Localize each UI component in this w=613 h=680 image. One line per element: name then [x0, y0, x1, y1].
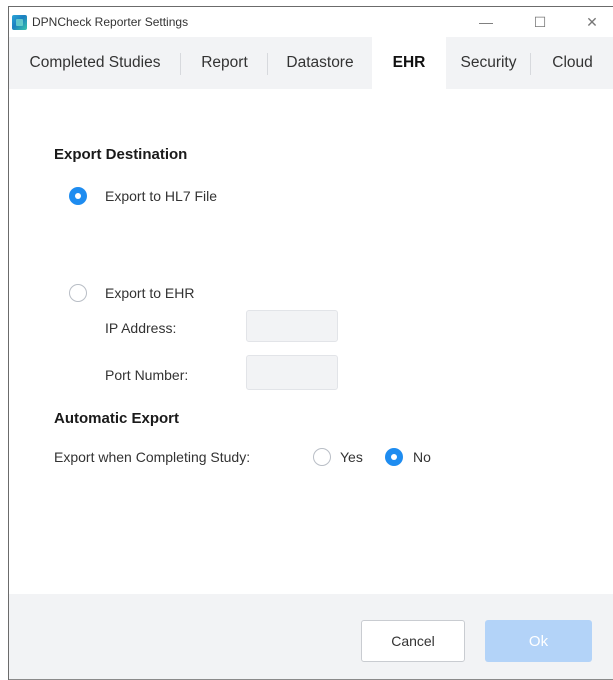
auto-export-yes-label[interactable]: Yes [340, 449, 363, 465]
tab-security[interactable]: Security [446, 37, 531, 89]
settings-window: DPNCheck Reporter Settings — ☐ ✕ Complet… [8, 6, 613, 680]
tab-completed-studies[interactable]: Completed Studies [9, 37, 181, 89]
dialog-footer: Cancel Ok [9, 594, 613, 680]
tab-datastore[interactable]: Datastore [268, 37, 372, 89]
export-ehr-label[interactable]: Export to EHR [105, 285, 194, 301]
maximize-button[interactable]: ☐ [525, 11, 555, 33]
auto-export-no-radio[interactable] [385, 448, 403, 466]
title-bar[interactable]: DPNCheck Reporter Settings — ☐ ✕ [9, 7, 613, 37]
ip-address-label: IP Address: [105, 320, 177, 336]
close-button[interactable]: ✕ [577, 11, 607, 33]
tab-bar: Completed Studies Report Datastore EHR S… [9, 37, 613, 89]
export-on-complete-label: Export when Completing Study: [54, 449, 251, 465]
port-number-label: Port Number: [105, 367, 189, 383]
ok-button[interactable]: Ok [485, 620, 592, 662]
export-ehr-radio[interactable] [69, 284, 87, 302]
tab-ehr[interactable]: EHR [372, 37, 446, 89]
export-hl7-radio[interactable] [69, 187, 87, 205]
ip-address-field[interactable] [246, 310, 338, 342]
auto-export-yes-radio[interactable] [313, 448, 331, 466]
export-hl7-label[interactable]: Export to HL7 File [105, 188, 217, 204]
ehr-settings-panel: Export Destination Export to HL7 File Ex… [9, 89, 613, 594]
auto-export-no-label[interactable]: No [413, 449, 431, 465]
port-number-field[interactable] [246, 355, 338, 390]
cancel-button[interactable]: Cancel [361, 620, 465, 662]
app-logo-icon [12, 15, 27, 30]
tab-report[interactable]: Report [181, 37, 268, 89]
tab-cloud[interactable]: Cloud [531, 37, 613, 89]
window-title: DPNCheck Reporter Settings [32, 15, 189, 29]
automatic-export-heading: Automatic Export [54, 410, 180, 427]
export-destination-heading: Export Destination [54, 146, 188, 163]
minimize-button[interactable]: — [471, 11, 501, 33]
